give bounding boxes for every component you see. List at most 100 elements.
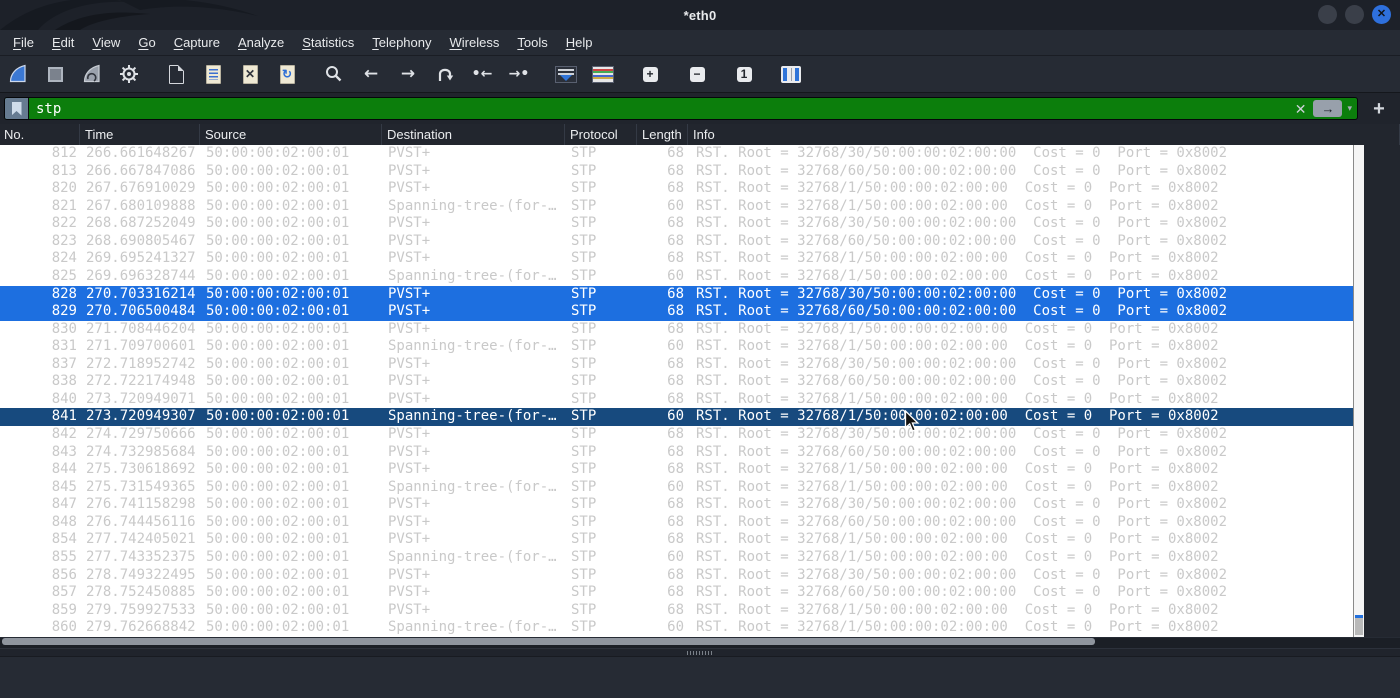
horizontal-scrollbar[interactable]: [0, 638, 1400, 648]
packet-row[interactable]: 813 266.667847086 50:00:00:02:00:01 PVST…: [0, 162, 1353, 181]
cell-destination: PVST+: [388, 461, 431, 478]
column-header-destination[interactable]: Destination: [382, 124, 565, 145]
packet-row[interactable]: 821 267.680109888 50:00:00:02:00:01 Span…: [0, 197, 1353, 216]
packet-row[interactable]: 840 273.720949071 50:00:00:02:00:01 PVST…: [0, 390, 1353, 409]
packet-row[interactable]: 837 272.718952742 50:00:00:02:00:01 PVST…: [0, 355, 1353, 374]
save-file-icon[interactable]: [201, 62, 225, 86]
menu-item-tools[interactable]: Tools: [508, 32, 556, 53]
packet-row[interactable]: 842 274.729750666 50:00:00:02:00:01 PVST…: [0, 426, 1353, 444]
close-file-icon[interactable]: ✕: [238, 62, 262, 86]
menu-item-telephony[interactable]: Telephony: [363, 32, 440, 53]
column-header-info[interactable]: Info: [688, 124, 1400, 145]
packet-row[interactable]: 843 274.732985684 50:00:00:02:00:01 PVST…: [0, 443, 1353, 462]
cell-time: 279.759927533: [86, 601, 196, 618]
packet-row[interactable]: 857 278.752450885 50:00:00:02:00:01 PVST…: [0, 584, 1353, 602]
packet-row[interactable]: 848 276.744456116 50:00:00:02:00:01 PVST…: [0, 513, 1353, 532]
packet-row[interactable]: 847 276.741158298 50:00:00:02:00:01 PVST…: [0, 496, 1353, 514]
packet-row[interactable]: 838 272.722174948 50:00:00:02:00:01 PVST…: [0, 373, 1353, 391]
packet-row[interactable]: 844 275.730618692 50:00:00:02:00:01 PVST…: [0, 461, 1353, 479]
cell-info: RST. Root = 32768/1/50:00:00:02:00:00 Co…: [696, 531, 1219, 548]
add-filter-button-plus[interactable]: +: [1366, 99, 1392, 119]
packet-row[interactable]: 812 266.661648267 50:00:00:02:00:01 PVST…: [0, 145, 1353, 163]
reload-file-icon[interactable]: ↻: [275, 62, 299, 86]
go-forward-icon[interactable]: →: [396, 62, 420, 86]
horizontal-scrollbar-thumb[interactable]: [2, 638, 1095, 645]
apply-filter-button[interactable]: →: [1313, 100, 1343, 117]
vertical-scrollbar-thumb[interactable]: [1355, 615, 1363, 635]
packet-row[interactable]: 825 269.696328744 50:00:00:02:00:01 Span…: [0, 267, 1353, 286]
bookmark-icon[interactable]: [5, 98, 29, 119]
menu-item-go[interactable]: Go: [129, 32, 164, 53]
close-button[interactable]: ✕: [1372, 5, 1391, 24]
packet-list-body: 812 266.661648267 50:00:00:02:00:01 PVST…: [0, 145, 1353, 637]
menu-item-analyze[interactable]: Analyze: [229, 32, 293, 53]
maximize-button[interactable]: [1345, 5, 1364, 24]
menu-item-edit[interactable]: Edit: [43, 32, 83, 53]
packet-row[interactable]: 854 277.742405021 50:00:00:02:00:01 PVST…: [0, 531, 1353, 549]
packet-row[interactable]: 860 279.762668842 50:00:00:02:00:01 Span…: [0, 619, 1353, 637]
title-bar[interactable]: *eth0 ✕: [0, 0, 1400, 30]
column-header-no[interactable]: No.: [0, 124, 80, 145]
open-file-icon[interactable]: [164, 62, 188, 86]
zoom-100-icon[interactable]: 1: [732, 62, 756, 86]
packet-row[interactable]: 831 271.709700601 50:00:00:02:00:01 Span…: [0, 338, 1353, 356]
packet-row[interactable]: 829 270.706500484 50:00:00:02:00:01 PVST…: [0, 303, 1353, 321]
cell-length: 60: [667, 338, 684, 355]
packet-row[interactable]: 856 278.749322495 50:00:00:02:00:01 PVST…: [0, 566, 1353, 585]
cell-time: 273.720949071: [86, 390, 196, 407]
menu-item-statistics[interactable]: Statistics: [293, 32, 363, 53]
stop-capture-icon[interactable]: [43, 62, 67, 86]
column-header-length[interactable]: Length: [637, 124, 688, 145]
go-first-packet-icon[interactable]: •←: [470, 62, 494, 86]
packet-row[interactable]: 828 270.703316214 50:00:00:02:00:01 PVST…: [0, 285, 1353, 304]
minimize-button[interactable]: [1318, 5, 1337, 24]
display-filter-field[interactable]: ✕ → ▾: [4, 97, 1358, 120]
pane-splitter[interactable]: [0, 648, 1400, 656]
start-capture-icon[interactable]: [6, 62, 30, 86]
column-header-source[interactable]: Source: [200, 124, 382, 145]
menu-item-view[interactable]: View: [83, 32, 129, 53]
column-header-protocol[interactable]: Protocol: [565, 124, 637, 145]
go-back-icon[interactable]: ←: [359, 62, 383, 86]
cell-destination: PVST+: [388, 601, 431, 618]
menu-item-help[interactable]: Help: [557, 32, 602, 53]
packet-row[interactable]: 841 273.720949307 50:00:00:02:00:01 Span…: [0, 408, 1353, 426]
restart-capture-icon[interactable]: [80, 62, 104, 86]
menu-item-wireless[interactable]: Wireless: [441, 32, 509, 53]
cell-info: RST. Root = 32768/60/50:00:00:02:00:00 C…: [696, 513, 1228, 530]
wireshark-window: *eth0 ✕ File Edit View Go Capture Analyze Stat…: [0, 0, 1400, 698]
cell-protocol: STP: [571, 584, 597, 601]
cell-source: 50:00:00:02:00:01: [206, 461, 350, 478]
display-filter-input[interactable]: [29, 100, 1288, 117]
vertical-scrollbar[interactable]: [1353, 145, 1364, 637]
column-header-time[interactable]: Time: [80, 124, 200, 145]
go-to-packet-icon[interactable]: [433, 62, 457, 86]
cell-time: 269.695241327: [86, 250, 196, 267]
find-packet-icon[interactable]: [322, 62, 346, 86]
packet-row[interactable]: 830 271.708446204 50:00:00:02:00:01 PVST…: [0, 320, 1353, 339]
filter-dropdown-caret-icon[interactable]: ▾: [1345, 103, 1357, 114]
packet-row[interactable]: 824 269.695241327 50:00:00:02:00:01 PVST…: [0, 250, 1353, 268]
colorize-packets-icon[interactable]: [591, 62, 615, 86]
packet-row[interactable]: 859 279.759927533 50:00:00:02:00:01 PVST…: [0, 601, 1353, 620]
cell-destination: PVST+: [388, 250, 431, 267]
zoom-out-icon[interactable]: −: [685, 62, 709, 86]
clear-filter-icon[interactable]: ✕: [1288, 102, 1314, 116]
packet-row[interactable]: 822 268.687252049 50:00:00:02:00:01 PVST…: [0, 215, 1353, 233]
cell-destination: PVST+: [388, 531, 431, 548]
menu-item-file[interactable]: File: [4, 32, 43, 53]
packet-row[interactable]: 855 277.743352375 50:00:00:02:00:01 Span…: [0, 548, 1353, 567]
cell-source: 50:00:00:02:00:01: [206, 215, 350, 232]
cell-source: 50:00:00:02:00:01: [206, 584, 350, 601]
packet-row[interactable]: 823 268.690805467 50:00:00:02:00:01 PVST…: [0, 232, 1353, 251]
menu-item-capture[interactable]: Capture: [165, 32, 229, 53]
packet-row[interactable]: 845 275.731549365 50:00:00:02:00:01 Span…: [0, 478, 1353, 497]
capture-options-icon[interactable]: [117, 62, 141, 86]
go-last-packet-icon[interactable]: →•: [507, 62, 531, 86]
zoom-in-icon[interactable]: +: [638, 62, 662, 86]
cell-length: 60: [667, 408, 684, 425]
cell-source: 50:00:00:02:00:01: [206, 267, 350, 284]
auto-scroll-icon[interactable]: [554, 62, 578, 86]
packet-row[interactable]: 820 267.676910029 50:00:00:02:00:01 PVST…: [0, 180, 1353, 198]
resize-columns-icon[interactable]: [779, 62, 803, 86]
